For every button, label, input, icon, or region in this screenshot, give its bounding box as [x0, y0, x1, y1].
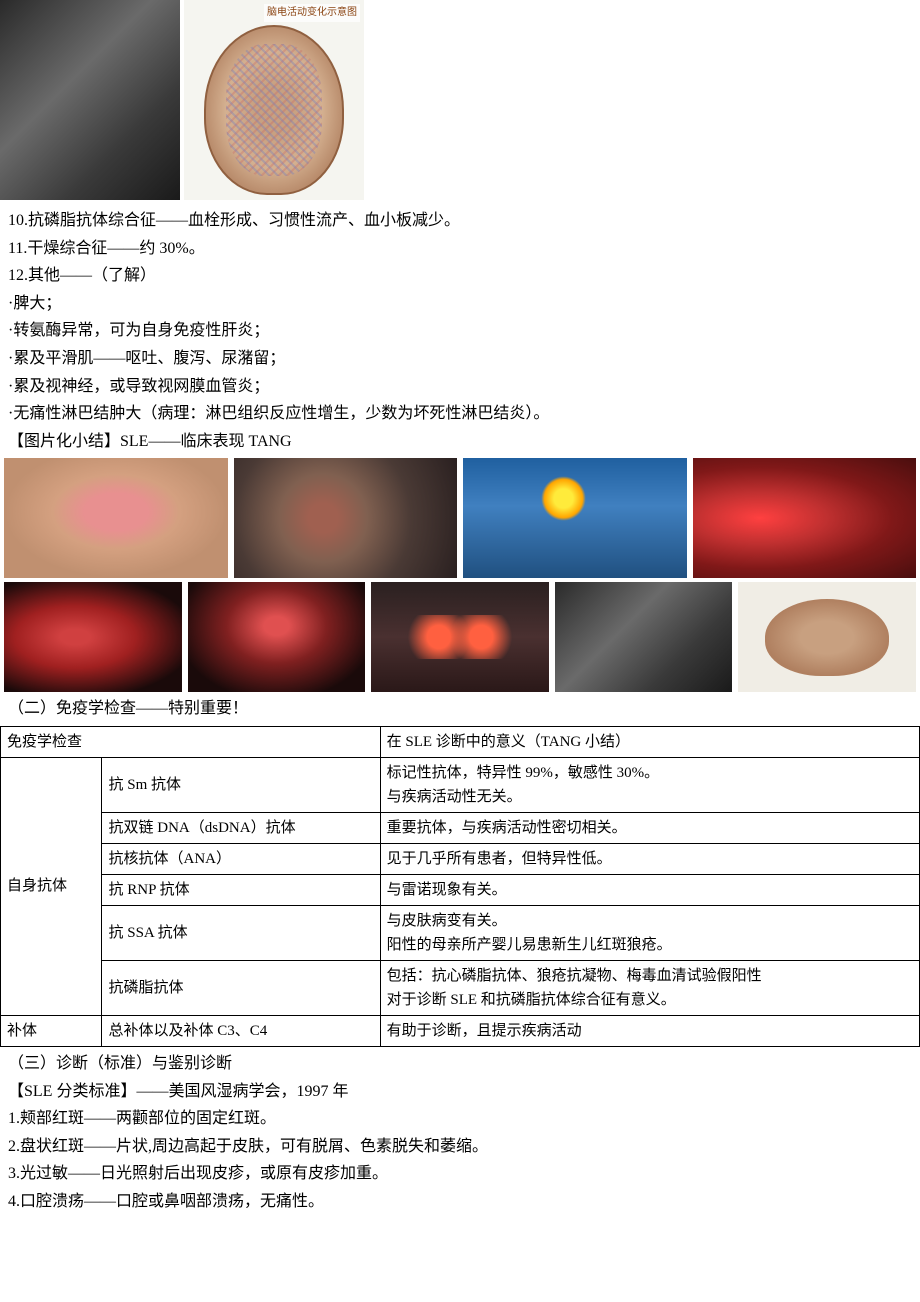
- bullet-3: ·累及平滑肌——呕吐、腹泻、尿潴留；: [8, 346, 912, 372]
- antibody-name: 抗核抗体（ANA）: [102, 843, 380, 874]
- immunology-table: 免疫学检查 在 SLE 诊断中的意义（TANG 小结） 自身抗体 抗 Sm 抗体…: [0, 726, 920, 1047]
- section-b-heading-block: （二）免疫学检查——特别重要！: [0, 696, 920, 722]
- table-row: 自身抗体 抗 Sm 抗体 标记性抗体，特异性 99%，敏感性 30%。 与疾病活…: [1, 757, 920, 812]
- skin-lesion-image: [234, 458, 458, 578]
- table-row: 抗磷脂抗体 包括：抗心磷脂抗体、狼疮抗凝物、梅毒血清试验假阳性 对于诊断 SLE…: [1, 960, 920, 1015]
- group2-label: 补体: [1, 1015, 102, 1046]
- criterion-1: 1.颊部红斑——两颧部位的固定红斑。: [8, 1106, 912, 1132]
- chest-xray-image: [0, 0, 180, 200]
- bullet-5: ·无痛性淋巴结肿大（病理：淋巴组织反应性增生，少数为坏死性淋巴结炎）。: [8, 401, 912, 427]
- brain-small-image: [738, 582, 916, 692]
- antibody-name: 抗 SSA 抗体: [102, 905, 380, 960]
- table-header-row: 免疫学检查 在 SLE 诊断中的意义（TANG 小结）: [1, 726, 920, 757]
- antibody-meaning: 见于几乎所有患者，但特异性低。: [380, 843, 919, 874]
- brain-shape: [204, 25, 344, 195]
- xray-small-image: [555, 582, 733, 692]
- complement-meaning: 有助于诊断，且提示疾病活动: [380, 1015, 919, 1046]
- photosensitivity-image: [463, 458, 687, 578]
- meaning-line: 对于诊断 SLE 和抗磷脂抗体综合征有意义。: [387, 988, 913, 1012]
- meaning-line: 与皮肤病变有关。: [387, 909, 913, 933]
- table-row: 抗 SSA 抗体 与皮肤病变有关。 阳性的母亲所产婴儿易患新生儿红斑狼疮。: [1, 905, 920, 960]
- meaning-line: 阳性的母亲所产婴儿易患新生儿红斑狼疮。: [387, 933, 913, 957]
- malar-rash-image: [4, 458, 228, 578]
- meaning-line: 标记性抗体，特异性 99%，敏感性 30%。: [387, 761, 913, 785]
- meaning-line: 与疾病活动性无关。: [387, 785, 913, 809]
- item-10: 10.抗磷脂抗体综合征——血栓形成、习惯性流产、血小板减少。: [8, 208, 912, 234]
- brain-diagram-image: 脑电活动变化示意图: [184, 0, 364, 200]
- item-11: 11.干燥综合征——约 30%。: [8, 236, 912, 262]
- antibody-name: 抗 RNP 抗体: [102, 874, 380, 905]
- item-12: 12.其他——（了解）: [8, 263, 912, 289]
- table-row: 抗 RNP 抗体 与雷诺现象有关。: [1, 874, 920, 905]
- joints-image: [371, 582, 549, 692]
- group1-label: 自身抗体: [1, 757, 102, 1015]
- antibody-name: 抗双链 DNA（dsDNA）抗体: [102, 812, 380, 843]
- criterion-2: 2.盘状红斑——片状,周边高起于皮肤，可有脱屑、色素脱失和萎缩。: [8, 1134, 912, 1160]
- clinical-image-row-1: [0, 458, 920, 578]
- brain-image-caption: 脑电活动变化示意图: [264, 4, 360, 22]
- antibody-meaning: 与皮肤病变有关。 阳性的母亲所产婴儿易患新生儿红斑狼疮。: [380, 905, 919, 960]
- table-row: 补体 总补体以及补体 C3、C4 有助于诊断，且提示疾病活动: [1, 1015, 920, 1046]
- antibody-meaning: 与雷诺现象有关。: [380, 874, 919, 905]
- section-b-heading: （二）免疫学检查——特别重要！: [8, 696, 912, 722]
- table-row: 抗核抗体（ANA） 见于几乎所有患者，但特异性低。: [1, 843, 920, 874]
- section-a-content: 10.抗磷脂抗体综合征——血栓形成、习惯性流产、血小板减少。 11.干燥综合征—…: [0, 208, 920, 454]
- header-col2: 在 SLE 诊断中的意义（TANG 小结）: [380, 726, 919, 757]
- antibody-meaning: 包括：抗心磷脂抗体、狼疮抗凝物、梅毒血清试验假阳性 对于诊断 SLE 和抗磷脂抗…: [380, 960, 919, 1015]
- antibody-name: 抗 Sm 抗体: [102, 757, 380, 812]
- antibody-meaning: 标记性抗体，特异性 99%，敏感性 30%。 与疾病活动性无关。: [380, 757, 919, 812]
- bullet-2: ·转氨酶异常，可为自身免疫性肝炎；: [8, 318, 912, 344]
- header-col1: 免疫学检查: [1, 726, 381, 757]
- table-row: 抗双链 DNA（dsDNA）抗体 重要抗体，与疾病活动性密切相关。: [1, 812, 920, 843]
- bullet-1: ·脾大；: [8, 291, 912, 317]
- antibody-name: 抗磷脂抗体: [102, 960, 380, 1015]
- heart-image: [188, 582, 366, 692]
- kidney-image: [4, 582, 182, 692]
- summary-heading: 【图片化小结】SLE——临床表现 TANG: [8, 429, 912, 455]
- criterion-4: 4.口腔溃疡——口腔或鼻咽部溃疡，无痛性。: [8, 1189, 912, 1215]
- meaning-line: 包括：抗心磷脂抗体、狼疮抗凝物、梅毒血清试验假阳性: [387, 964, 913, 988]
- oral-ulcer-image: [693, 458, 917, 578]
- section-c-heading: （三）诊断（标准）与鉴别诊断: [8, 1051, 912, 1077]
- complement-name: 总补体以及补体 C3、C4: [102, 1015, 380, 1046]
- top-image-row: 脑电活动变化示意图: [0, 0, 920, 200]
- section-c-content: （三）诊断（标准）与鉴别诊断 【SLE 分类标准】——美国风湿病学会，1997 …: [0, 1051, 920, 1215]
- antibody-meaning: 重要抗体，与疾病活动性密切相关。: [380, 812, 919, 843]
- clinical-image-row-2: [0, 582, 920, 692]
- criterion-3: 3.光过敏——日光照射后出现皮疹，或原有皮疹加重。: [8, 1161, 912, 1187]
- bullet-4: ·累及视神经，或导致视网膜血管炎；: [8, 374, 912, 400]
- classification-heading: 【SLE 分类标准】——美国风湿病学会，1997 年: [8, 1079, 912, 1105]
